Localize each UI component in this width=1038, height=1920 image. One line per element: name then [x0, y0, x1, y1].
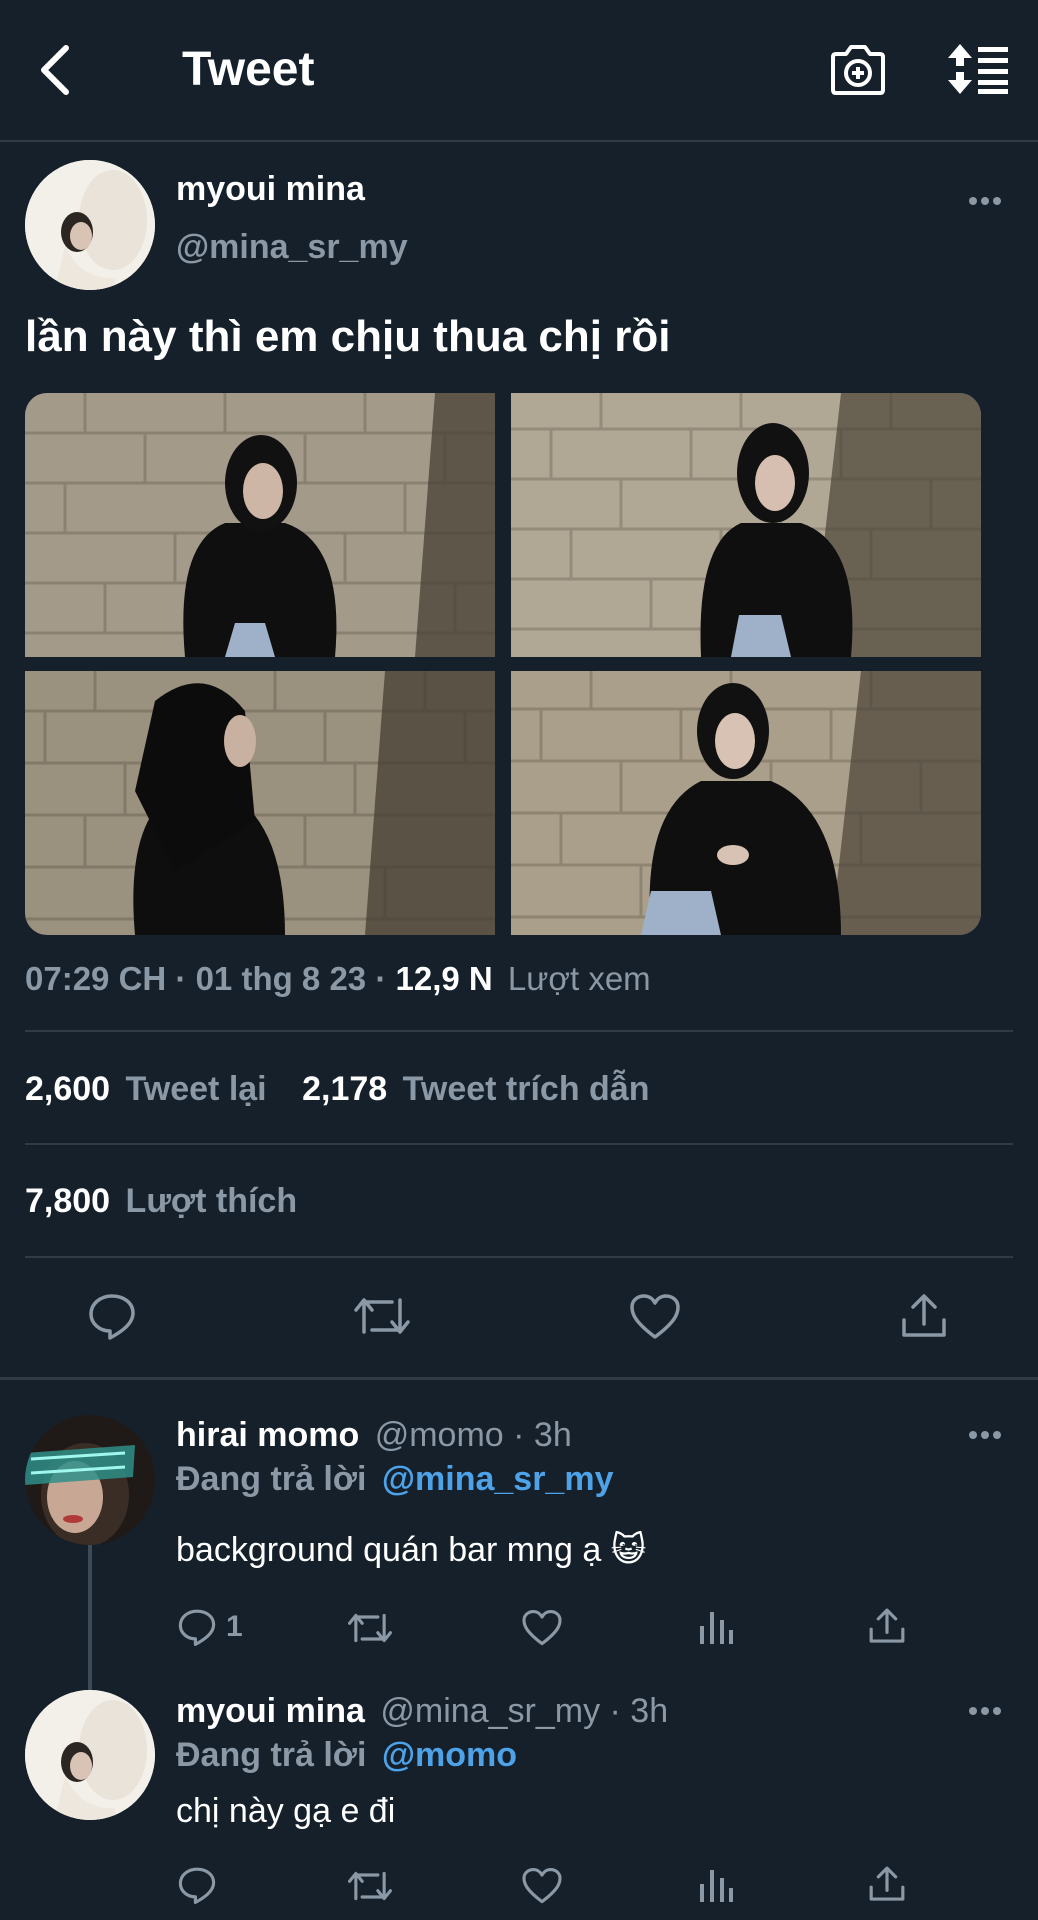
thread-connector-line — [88, 1545, 92, 1690]
reply-age: 3h — [533, 1416, 572, 1454]
reply-header: myoui mina @mina_sr_my · 3h — [176, 1692, 668, 1731]
views-label[interactable]: Lượt xem — [508, 960, 651, 997]
sort-timeline-icon[interactable] — [946, 44, 1010, 94]
reply-icon[interactable] — [178, 1866, 216, 1904]
more-options-icon[interactable] — [968, 196, 1002, 206]
back-arrow-icon[interactable] — [36, 44, 74, 96]
share-icon[interactable] — [868, 1864, 906, 1904]
tweet-photo-1[interactable] — [25, 393, 495, 657]
header-divider — [0, 140, 1038, 142]
replying-to-link[interactable]: @momo — [382, 1736, 517, 1774]
reply-count: 1 — [226, 1610, 243, 1643]
tweet-meta: 07:29 CH · 01 thg 8 23 · 12,9 N Lượt xem — [25, 960, 651, 998]
tweet-date: 01 thg 8 23 — [195, 960, 367, 997]
divider — [25, 1143, 1013, 1145]
reply-text: chị này gạ e đi — [176, 1792, 396, 1830]
retweet-icon[interactable] — [348, 1610, 392, 1646]
reply-icon[interactable] — [88, 1292, 136, 1340]
reply-handle[interactable]: @mina_sr_my — [380, 1692, 600, 1730]
like-stats[interactable]: 7,800 Lượt thích — [25, 1182, 297, 1221]
tweet-photo-3[interactable] — [25, 671, 495, 935]
thread-divider — [0, 1377, 1038, 1380]
quotes-count[interactable]: 2,178 — [302, 1070, 387, 1108]
author-display-name[interactable]: myoui mina — [176, 170, 365, 209]
divider — [25, 1030, 1013, 1032]
analytics-icon[interactable] — [698, 1608, 734, 1646]
tweet-photo-2[interactable] — [511, 393, 981, 657]
avatar[interactable] — [25, 1690, 155, 1820]
avatar[interactable] — [25, 160, 155, 290]
replying-to-line: Đang trả lời @momo — [176, 1736, 517, 1775]
more-options-icon[interactable] — [968, 1430, 1002, 1440]
likes-count[interactable]: 7,800 — [25, 1182, 110, 1220]
tweet-time: 07:29 CH — [25, 960, 167, 997]
author-handle[interactable]: @mina_sr_my — [176, 228, 408, 267]
retweets-count[interactable]: 2,600 — [25, 1070, 110, 1108]
likes-label[interactable]: Lượt thích — [126, 1182, 298, 1220]
reply-icon[interactable] — [178, 1608, 216, 1646]
reply-display-name[interactable]: hirai momo — [176, 1416, 359, 1454]
reply-display-name[interactable]: myoui mina — [176, 1692, 365, 1730]
like-heart-icon[interactable] — [522, 1610, 562, 1646]
share-icon[interactable] — [868, 1606, 906, 1646]
reply-handle[interactable]: @momo — [375, 1416, 504, 1454]
reply-age: 3h — [630, 1692, 669, 1730]
camera-add-icon[interactable] — [830, 44, 886, 96]
avatar[interactable] — [25, 1415, 155, 1545]
views-count[interactable]: 12,9 N — [396, 960, 493, 997]
replying-to-line: Đang trả lời @mina_sr_my — [176, 1460, 613, 1499]
meta-separator: · — [175, 960, 187, 997]
replying-label: Đang trả lời — [176, 1736, 367, 1774]
like-heart-icon[interactable] — [522, 1868, 562, 1904]
replying-label: Đang trả lời — [176, 1460, 367, 1498]
retweet-icon[interactable] — [354, 1294, 410, 1338]
more-options-icon[interactable] — [968, 1706, 1002, 1716]
retweets-label[interactable]: Tweet lại — [126, 1070, 267, 1108]
share-icon[interactable] — [900, 1292, 948, 1340]
meta-separator: · — [513, 1416, 525, 1454]
reply-text: background quán bar mng ạ 😺 — [176, 1531, 647, 1569]
meta-separator: · — [375, 960, 387, 997]
tweet-photo-4[interactable] — [511, 671, 981, 935]
replying-to-link[interactable]: @mina_sr_my — [382, 1460, 614, 1498]
divider — [25, 1256, 1013, 1258]
quotes-label[interactable]: Tweet trích dẫn — [403, 1070, 650, 1108]
like-heart-icon[interactable] — [630, 1294, 680, 1340]
retweet-icon[interactable] — [348, 1868, 392, 1904]
page-title: Tweet — [182, 43, 315, 96]
tweet-text: lần này thì em chịu thua chị rồi — [25, 312, 671, 361]
retweet-stats[interactable]: 2,600 Tweet lại 2,178 Tweet trích dẫn — [25, 1070, 650, 1109]
reply-header: hirai momo @momo · 3h — [176, 1416, 572, 1455]
meta-separator: · — [609, 1692, 621, 1730]
analytics-icon[interactable] — [698, 1866, 734, 1904]
